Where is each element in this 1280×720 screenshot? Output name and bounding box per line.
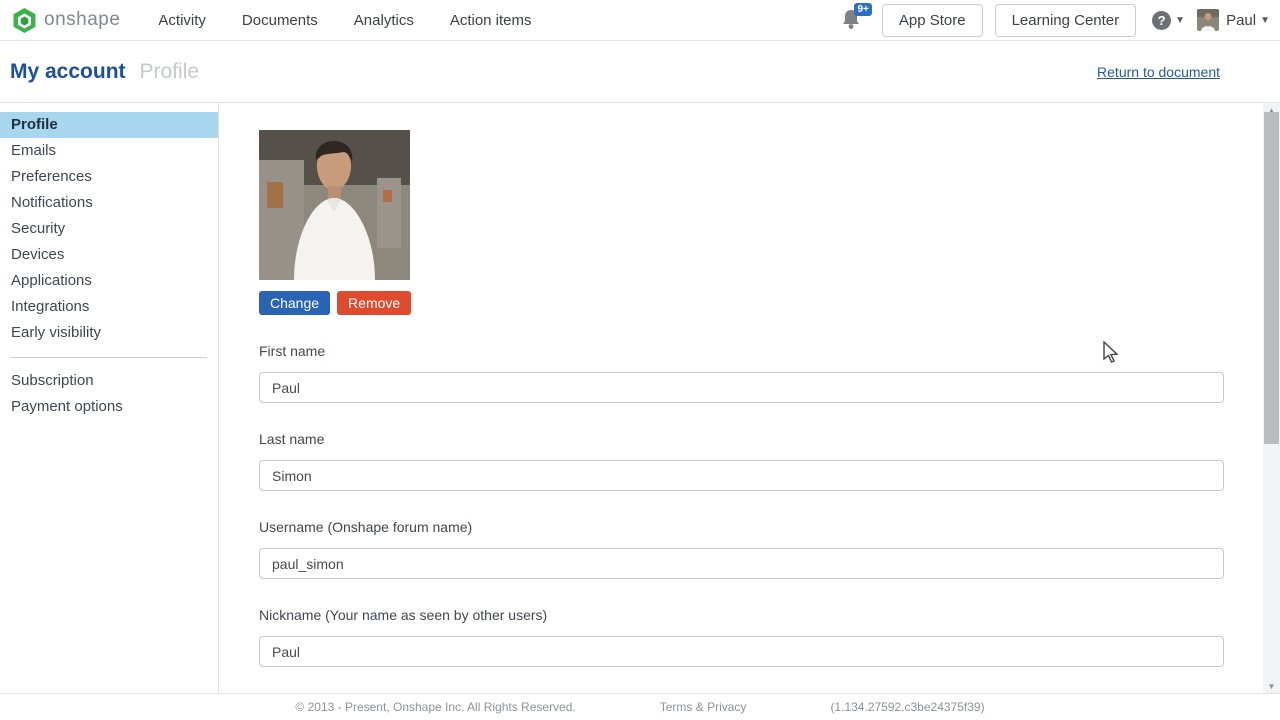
sidebar-item-security[interactable]: Security	[0, 216, 218, 242]
scrollbar-thumb[interactable]	[1264, 112, 1279, 444]
nickname-input[interactable]	[259, 636, 1224, 667]
vertical-scrollbar[interactable]: ▲ ▼	[1263, 103, 1280, 693]
return-to-document-link[interactable]: Return to document	[1097, 64, 1220, 80]
notifications-bell[interactable]: 9+	[840, 7, 866, 33]
app-store-button[interactable]: App Store	[882, 4, 983, 37]
sidebar-item-emails[interactable]: Emails	[0, 138, 218, 164]
username-input[interactable]	[259, 548, 1224, 579]
sidebar-item-subscription[interactable]: Subscription	[0, 368, 218, 394]
onshape-logo-text: onshape	[44, 9, 120, 31]
main-nav: Activity Documents Analytics Action item…	[158, 12, 531, 29]
first-name-input[interactable]	[259, 372, 1224, 403]
copyright-text: © 2013 - Present, Onshape Inc. All Right…	[295, 700, 575, 714]
chevron-down-icon: ▼	[1175, 15, 1185, 26]
field-first-name: First name	[259, 343, 1224, 403]
remove-photo-button[interactable]: Remove	[337, 291, 411, 315]
chevron-down-icon: ▼	[1260, 15, 1270, 26]
onshape-logo-icon	[12, 7, 37, 34]
first-name-label: First name	[259, 343, 1224, 359]
help-icon: ?	[1152, 11, 1171, 30]
sidebar-item-notifications[interactable]: Notifications	[0, 190, 218, 216]
nav-item-documents[interactable]: Documents	[242, 12, 318, 29]
version-text: (1.134.27592.c3be24375f39)	[830, 700, 984, 714]
nickname-label: Nickname (Your name as seen by other use…	[259, 607, 1224, 623]
nav-item-analytics[interactable]: Analytics	[354, 12, 414, 29]
sidebar-item-early-visibility[interactable]: Early visibility	[0, 320, 218, 346]
learning-center-button[interactable]: Learning Center	[995, 4, 1137, 37]
sidebar-item-devices[interactable]: Devices	[0, 242, 218, 268]
nav-item-action-items[interactable]: Action items	[450, 12, 532, 29]
main-area: Profile Emails Preferences Notifications…	[0, 103, 1280, 693]
field-nickname: Nickname (Your name as seen by other use…	[259, 607, 1224, 667]
sidebar-item-integrations[interactable]: Integrations	[0, 294, 218, 320]
top-nav-right: 9+ App Store Learning Center ? ▼ Paul ▼	[840, 4, 1270, 37]
avatar	[1197, 9, 1219, 31]
sidebar-item-preferences[interactable]: Preferences	[0, 164, 218, 190]
nav-item-activity[interactable]: Activity	[158, 12, 206, 29]
field-username: Username (Onshape forum name)	[259, 519, 1224, 579]
sidebar-item-payment-options[interactable]: Payment options	[0, 394, 218, 420]
top-nav-bar: onshape Activity Documents Analytics Act…	[0, 0, 1280, 41]
sidebar-divider	[11, 357, 207, 358]
last-name-label: Last name	[259, 431, 1224, 447]
profile-photo	[259, 130, 410, 280]
user-menu[interactable]: Paul ▼	[1197, 9, 1270, 31]
page-footer: © 2013 - Present, Onshape Inc. All Right…	[0, 693, 1280, 720]
sidebar-item-profile[interactable]: Profile	[0, 112, 218, 138]
scrollbar-down-arrow[interactable]: ▼	[1263, 679, 1280, 693]
photo-actions: Change Remove	[259, 291, 1224, 315]
page-subtitle: Profile	[140, 60, 200, 84]
field-last-name: Last name	[259, 431, 1224, 491]
sidebar-item-applications[interactable]: Applications	[0, 268, 218, 294]
user-name: Paul	[1226, 12, 1256, 29]
help-menu[interactable]: ? ▼	[1152, 11, 1185, 30]
notifications-badge: 9+	[854, 3, 871, 16]
username-label: Username (Onshape forum name)	[259, 519, 1224, 535]
page-header: My account Profile Return to document	[0, 41, 1280, 103]
account-sidebar: Profile Emails Preferences Notifications…	[0, 103, 219, 693]
terms-privacy-link[interactable]: Terms & Privacy	[660, 700, 747, 714]
change-photo-button[interactable]: Change	[259, 291, 330, 315]
page-title: My account	[10, 60, 126, 84]
onshape-logo[interactable]: onshape	[12, 7, 120, 34]
last-name-input[interactable]	[259, 460, 1224, 491]
profile-content: Change Remove First name Last name Usern…	[219, 103, 1280, 693]
